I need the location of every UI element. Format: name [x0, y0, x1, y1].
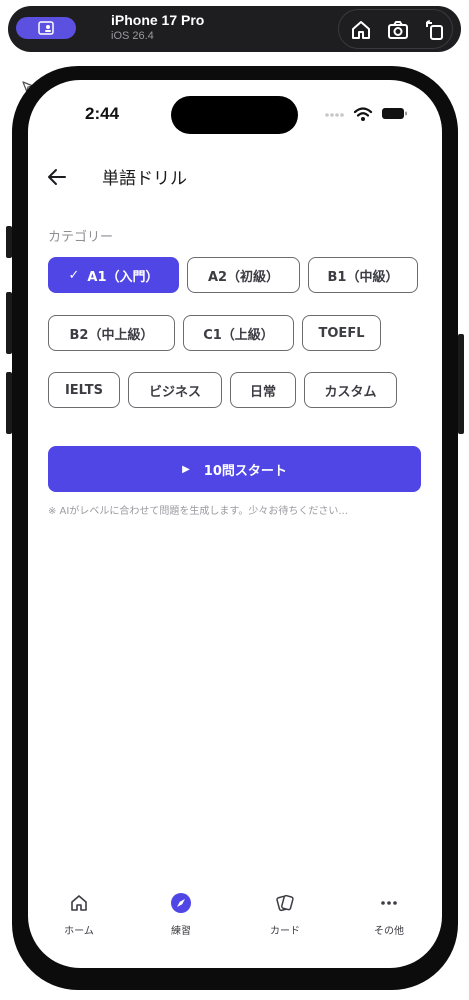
chip-b1[interactable]: B1（中級） [308, 257, 418, 293]
device-name: iPhone 17 Pro [111, 12, 205, 28]
chip-label: A1（入門） [87, 269, 159, 285]
tab-label: 練習 [171, 926, 191, 937]
screenshot-button[interactable] [386, 18, 410, 42]
play-icon: ▶ [182, 463, 190, 475]
action-button [6, 226, 12, 258]
tab-bar: ホーム 練習 カード その他 [28, 880, 442, 950]
chip-label: B2（中上級） [69, 327, 154, 343]
chip-label: B1（中級） [327, 269, 399, 285]
simulator-toolbar: iPhone 17 Pro iOS 26.4 [8, 6, 461, 52]
chip-label: TOEFL [318, 325, 365, 341]
chip-toefl[interactable]: TOEFL [302, 315, 381, 351]
cards-icon [276, 894, 294, 912]
status-time: 2:44 [85, 104, 120, 123]
check-icon: ✓ [68, 267, 80, 283]
device-icon [38, 21, 54, 35]
chip-b2[interactable]: B2（中上級） [48, 315, 175, 351]
arrow-left-icon [48, 169, 66, 185]
chip-ielts[interactable]: IELTS [48, 372, 120, 408]
status-icons [324, 106, 414, 126]
os-version: iOS 26.4 [111, 30, 154, 42]
back-button[interactable] [46, 166, 68, 188]
tab-label: カード [270, 926, 300, 937]
chip-label: カスタム [324, 384, 377, 400]
tab-home[interactable]: ホーム [44, 892, 114, 937]
chip-label: C1（上級） [203, 327, 274, 343]
chip-label: ビジネス [148, 384, 201, 400]
volume-up-button [6, 292, 12, 354]
home-icon [352, 21, 370, 39]
device-menu-button[interactable] [16, 17, 76, 39]
chip-daily[interactable]: 日常 [230, 372, 296, 408]
chip-label: IELTS [64, 382, 104, 398]
rotate-icon [426, 20, 443, 40]
tab-cards[interactable]: カード [250, 892, 320, 937]
chip-custom[interactable]: カスタム [304, 372, 397, 408]
dynamic-island [171, 96, 298, 134]
home-button[interactable] [349, 18, 373, 42]
more-icon [381, 901, 397, 905]
generation-note: ※ AIがレベルに合わせて問題を生成します。少々お待ちください... [48, 506, 348, 517]
chip-business[interactable]: ビジネス [128, 372, 222, 408]
tab-label: ホーム [64, 926, 94, 937]
app-screen: 2:44 単語ドリル カテゴリー ✓ A1（入門） A2（初級） B1（中級） … [28, 80, 442, 968]
chip-label: A2（初級） [207, 269, 280, 285]
chip-label: 日常 [249, 384, 276, 400]
wifi-icon [353, 107, 373, 121]
camera-icon [388, 21, 408, 39]
chip-a2[interactable]: A2（初級） [187, 257, 300, 293]
rotate-button[interactable] [423, 18, 447, 42]
simulator-actions [338, 9, 453, 49]
start-button[interactable]: ▶ 10問スタート [48, 446, 421, 492]
page-title: 単語ドリル [102, 169, 187, 189]
chip-a1[interactable]: ✓ A1（入門） [48, 257, 179, 293]
home-icon [71, 895, 87, 911]
cellular-signal-icon [325, 113, 344, 117]
volume-down-button [6, 372, 12, 434]
compass-icon [171, 893, 191, 913]
battery-icon [382, 108, 407, 119]
tab-practice[interactable]: 練習 [146, 892, 216, 937]
category-label: カテゴリー [48, 230, 114, 245]
start-button-label: 10問スタート [203, 463, 287, 479]
tab-more[interactable]: その他 [354, 892, 424, 937]
chip-c1[interactable]: C1（上級） [183, 315, 294, 351]
tab-label: その他 [374, 926, 404, 937]
side-button [458, 334, 464, 434]
